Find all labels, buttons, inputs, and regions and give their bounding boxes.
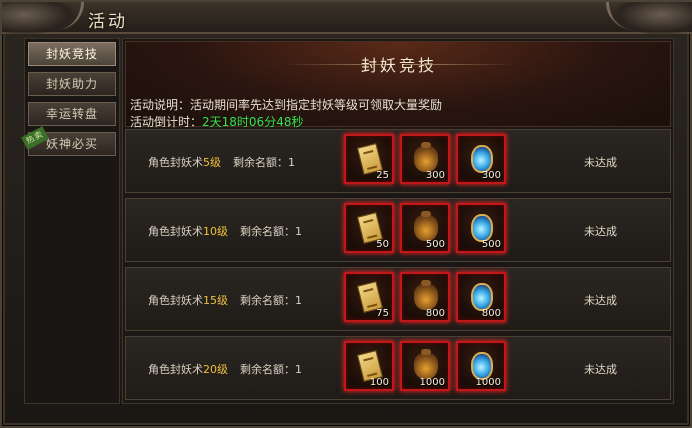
reward-row: 角色封妖术10级 剩余名额：1 50 500 500 未达成 xyxy=(125,198,671,262)
row-requirement: 角色封妖术20级 剩余名额：1 xyxy=(148,361,302,377)
tab-label: 妖神必买 xyxy=(45,137,98,151)
horn-ornament-icon xyxy=(36,2,84,30)
potion-icon xyxy=(471,283,493,311)
requirement-prefix: 角色封妖术 xyxy=(148,294,203,307)
reward-item-slot[interactable]: 500 xyxy=(400,203,450,253)
item-count: 800 xyxy=(481,308,501,319)
item-count: 75 xyxy=(376,308,389,319)
row-requirement: 角色封妖术10级 剩余名额：1 xyxy=(148,223,302,239)
tab-seal-boost[interactable]: 封妖助力 xyxy=(28,72,116,96)
reward-item-slot[interactable]: 500 xyxy=(456,203,506,253)
sidebar: 封妖竞技 封妖助力 幸运转盘 热卖 妖神必买 xyxy=(21,38,120,404)
activity-description: 活动说明：活动期间率先达到指定封妖等级可领取大量奖励 xyxy=(130,98,443,112)
requirement-level: 5级 xyxy=(203,156,221,169)
reward-item-slot[interactable]: 300 xyxy=(400,134,450,184)
reward-item-slot[interactable]: 50 xyxy=(344,203,394,253)
bag-icon xyxy=(414,280,438,310)
bag-icon xyxy=(414,349,438,379)
bag-icon xyxy=(414,142,438,172)
tab-lucky-wheel[interactable]: 幸运转盘 xyxy=(28,102,116,126)
status-label: 未达成 xyxy=(584,156,617,169)
reward-item-slot[interactable]: 100 xyxy=(344,341,394,391)
item-count: 25 xyxy=(376,170,389,181)
status-label: 未达成 xyxy=(584,363,617,376)
potion-icon xyxy=(471,352,493,380)
divider xyxy=(404,64,514,65)
item-count: 300 xyxy=(481,170,501,181)
activity-banner: 封妖竞技 活动说明：活动期间率先达到指定封妖等级可领取大量奖励 活动倒计时：2天… xyxy=(125,41,671,130)
requirement-level: 15级 xyxy=(203,294,228,307)
reward-item-slot[interactable]: 75 xyxy=(344,272,394,322)
requirement-level: 20级 xyxy=(203,363,228,376)
requirement-prefix: 角色封妖术 xyxy=(148,156,203,169)
tab-seal-competition[interactable]: 封妖竞技 xyxy=(28,42,116,66)
requirement-level: 10级 xyxy=(203,225,228,238)
item-count: 1000 xyxy=(419,377,445,388)
remaining-quota: 剩余名额：1 xyxy=(240,225,302,238)
activity-window: 活动 封妖竞技 封妖助力 幸运转盘 热卖 妖神必买 封妖竞技 活动说明：活动期间… xyxy=(0,0,692,428)
remaining-quota: 剩余名额：1 xyxy=(240,294,302,307)
item-count: 1000 xyxy=(475,377,501,388)
hot-sale-badge: 热卖 xyxy=(21,126,49,150)
countdown-label: 活动倒计时： xyxy=(130,115,203,129)
reward-item-slot[interactable]: 800 xyxy=(400,272,450,322)
reward-row: 角色封妖术20级 剩余名额：1 100 1000 1000 未达成 xyxy=(125,336,671,400)
tab-must-buy[interactable]: 热卖 妖神必买 xyxy=(21,126,116,156)
content-panel: 封妖竞技 活动说明：活动期间率先达到指定封妖等级可领取大量奖励 活动倒计时：2天… xyxy=(122,38,674,404)
item-count: 800 xyxy=(425,308,445,319)
requirement-prefix: 角色封妖术 xyxy=(148,363,203,376)
reward-item-slot[interactable]: 25 xyxy=(344,134,394,184)
potion-icon xyxy=(471,214,493,242)
item-count: 50 xyxy=(376,239,389,250)
banner-title: 封妖竞技 xyxy=(360,56,437,75)
status-label: 未达成 xyxy=(584,294,617,307)
item-count: 300 xyxy=(425,170,445,181)
title-bar[interactable]: 活动 xyxy=(2,2,692,34)
row-requirement: 角色封妖术5级 剩余名额：1 xyxy=(148,154,295,170)
reward-item-slot[interactable]: 300 xyxy=(456,134,506,184)
countdown-value: 2天18时06分48秒 xyxy=(202,115,304,129)
reward-row: 角色封妖术15级 剩余名额：1 75 800 800 未达成 xyxy=(125,267,671,331)
reward-item-slot[interactable]: 1000 xyxy=(456,341,506,391)
row-requirement: 角色封妖术15级 剩余名额：1 xyxy=(148,292,302,308)
reward-item-slot[interactable]: 1000 xyxy=(400,341,450,391)
requirement-prefix: 角色封妖术 xyxy=(148,225,203,238)
status-label: 未达成 xyxy=(584,225,617,238)
dragon-ornament-icon xyxy=(612,2,692,34)
item-count: 500 xyxy=(425,239,445,250)
countdown: 活动倒计时：2天18时06分48秒 xyxy=(130,113,303,130)
potion-icon xyxy=(471,145,493,173)
remaining-quota: 剩余名额：1 xyxy=(233,156,295,169)
bag-icon xyxy=(414,211,438,241)
reward-item-slot[interactable]: 800 xyxy=(456,272,506,322)
reward-row: 角色封妖术5级 剩余名额：1 25 300 300 未达成 xyxy=(125,129,671,193)
remaining-quota: 剩余名额：1 xyxy=(240,363,302,376)
item-count: 500 xyxy=(481,239,501,250)
window-title: 活动 xyxy=(88,12,128,32)
item-count: 100 xyxy=(369,377,389,388)
